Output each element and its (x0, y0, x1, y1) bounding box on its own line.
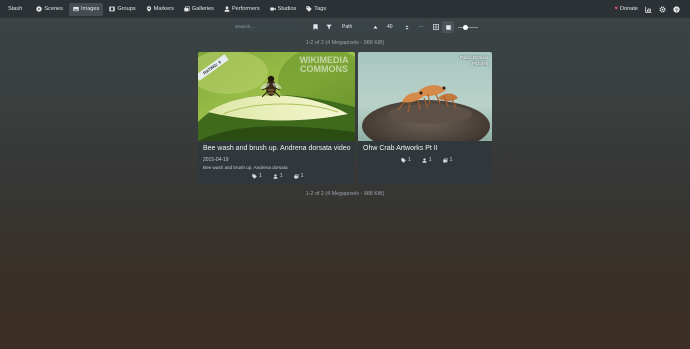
image-thumbnail[interactable]: WIKIMEDIA COMMONS RATING: 4 (198, 52, 355, 141)
pagination-summary-bottom: 1-2 of 2 (4 Megapixels - 988 KiB) (305, 191, 385, 197)
filter-button[interactable] (323, 21, 335, 33)
galleries-count: 1 (300, 173, 304, 179)
nav-item-tags[interactable]: Tags (302, 3, 330, 16)
tag-icon (252, 173, 257, 179)
user-icon (273, 173, 278, 179)
search-input[interactable]: Search… (231, 21, 301, 33)
nav-item-label: Galleries (191, 6, 214, 12)
sort-field-select[interactable]: Path (338, 21, 367, 33)
user-icon (422, 157, 427, 163)
galleries-count: 1 (449, 157, 453, 163)
nav-item-label: Performers (231, 6, 260, 12)
chevron-up-down-icon (405, 25, 409, 29)
images-icon (442, 157, 448, 162)
galleries-count-button[interactable]: 1 (442, 157, 453, 163)
tags-count-button[interactable]: 1 (252, 173, 262, 179)
image-card[interactable]: Public Domain Pictures Ohw Crab Artworks… (358, 52, 492, 184)
nav-item-images[interactable]: Images (68, 2, 104, 16)
gear-icon[interactable] (659, 5, 666, 13)
film-icon (109, 6, 116, 12)
nav-item-scenes[interactable]: Scenes (32, 3, 67, 16)
performers-count-button[interactable]: 1 (422, 157, 432, 163)
card-popovers: 1 1 1 (401, 157, 452, 163)
image-thumbnail[interactable]: Public Domain Pictures (358, 52, 492, 141)
nav-item-label: Markers (153, 6, 174, 12)
card-title[interactable]: Bee wash and brush up. Andrena dorsata v… (203, 145, 351, 152)
nav-item-groups[interactable]: Groups (105, 3, 139, 16)
nav-item-label: Studios (277, 6, 297, 12)
per-page-value: 40 (387, 24, 393, 30)
images-icon (184, 6, 190, 12)
performers-count: 1 (279, 173, 283, 179)
performers-count: 1 (428, 157, 432, 163)
donate-button[interactable]: ♥ Donate (614, 6, 638, 12)
filter-toolbar: Search… Path 40 ··· (231, 21, 478, 33)
tags-count: 1 (259, 173, 262, 179)
top-navbar: Stash Scenes Images Groups Markers Galle… (0, 0, 690, 18)
nav-item-label: Tags (314, 6, 327, 12)
help-icon[interactable]: ? (673, 5, 680, 13)
svg-text:?: ? (675, 7, 678, 13)
studio-overlay[interactable]: Public Domain Pictures (460, 55, 488, 67)
map-marker-icon (146, 6, 151, 12)
video-icon (269, 7, 276, 11)
square-icon (445, 24, 451, 30)
display-mode-group (430, 21, 454, 33)
brand-link[interactable]: Stash (8, 6, 22, 12)
per-page-select[interactable]: 40 (384, 21, 412, 33)
bookmark-icon (312, 24, 318, 30)
nav-item-label: Scenes (44, 6, 63, 12)
stats-chart-icon[interactable] (645, 6, 652, 13)
nav-item-galleries[interactable]: Galleries (180, 3, 218, 16)
card-popovers: 1 1 1 (252, 173, 303, 179)
tags-count: 1 (408, 157, 411, 163)
caret-up-icon (373, 25, 377, 29)
play-circle-icon (36, 6, 43, 12)
card-date: 2015-04-19 (203, 157, 229, 163)
more-options-button[interactable]: ··· (415, 21, 427, 33)
card-title[interactable]: Ohw Crab Artworks Pt II (363, 145, 438, 152)
heart-icon: ♥ (614, 6, 618, 12)
card-description: Bee wash and brush up. Andrena dorsata (203, 165, 288, 170)
donate-label: Donate (619, 6, 638, 12)
grid-view-button[interactable] (430, 21, 442, 33)
pagination-summary-top: 1-2 of 2 (4 Megapixels - 988 KiB) (305, 40, 385, 46)
grid-icon (433, 24, 439, 30)
image-card[interactable]: WIKIMEDIA COMMONS RATING: 4 Bee wash and… (198, 52, 355, 184)
performers-count-button[interactable]: 1 (273, 173, 283, 179)
nav-item-label: Images (80, 6, 100, 12)
studio-name-line2: Pictures (472, 61, 488, 66)
images-icon (293, 173, 299, 178)
sort-direction-button[interactable] (369, 21, 381, 33)
nav-item-label: Groups (117, 6, 136, 12)
nav-item-performers[interactable]: Performers (220, 3, 264, 16)
tag-icon (401, 157, 406, 163)
galleries-count-button[interactable]: 1 (293, 173, 304, 179)
saved-filters-button[interactable] (309, 21, 321, 33)
zoom-thumb[interactable] (463, 24, 469, 30)
filter-icon (326, 24, 332, 30)
tags-count-button[interactable]: 1 (401, 157, 411, 163)
image-icon (73, 6, 79, 12)
user-icon (224, 6, 230, 12)
nav-item-markers[interactable]: Markers (142, 3, 178, 16)
image-watermark: WIKIMEDIA COMMONS (299, 55, 349, 74)
tag-icon (306, 6, 312, 12)
wall-view-button[interactable] (442, 21, 454, 33)
nav-item-studios[interactable]: Studios (266, 3, 301, 16)
zoom-slider[interactable] (458, 21, 478, 33)
